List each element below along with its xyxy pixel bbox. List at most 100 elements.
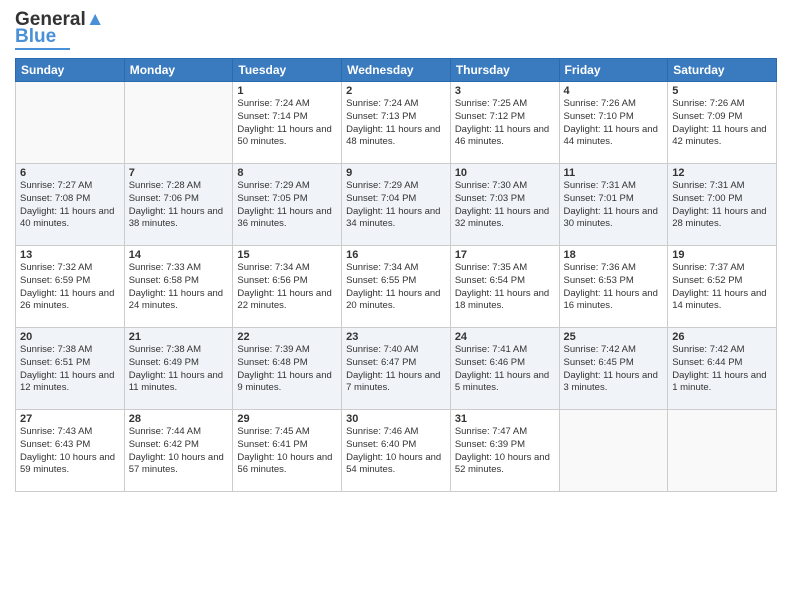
day-number: 4 (564, 85, 664, 97)
day-cell: 2Sunrise: 7:24 AMSunset: 7:13 PMDaylight… (342, 82, 451, 164)
day-cell: 25Sunrise: 7:42 AMSunset: 6:45 PMDayligh… (559, 328, 668, 410)
day-info: Sunrise: 7:34 AMSunset: 6:56 PMDaylight:… (237, 262, 337, 313)
day-number: 27 (20, 413, 120, 425)
day-number: 2 (346, 85, 446, 97)
day-info: Sunrise: 7:40 AMSunset: 6:47 PMDaylight:… (346, 344, 446, 395)
day-cell: 7Sunrise: 7:28 AMSunset: 7:06 PMDaylight… (124, 164, 233, 246)
day-number: 20 (20, 331, 120, 343)
day-cell: 30Sunrise: 7:46 AMSunset: 6:40 PMDayligh… (342, 410, 451, 492)
day-info: Sunrise: 7:38 AMSunset: 6:49 PMDaylight:… (129, 344, 229, 395)
col-header-monday: Monday (124, 59, 233, 82)
day-cell: 15Sunrise: 7:34 AMSunset: 6:56 PMDayligh… (233, 246, 342, 328)
day-info: Sunrise: 7:42 AMSunset: 6:45 PMDaylight:… (564, 344, 664, 395)
day-cell: 9Sunrise: 7:29 AMSunset: 7:04 PMDaylight… (342, 164, 451, 246)
day-number: 21 (129, 331, 229, 343)
day-cell: 21Sunrise: 7:38 AMSunset: 6:49 PMDayligh… (124, 328, 233, 410)
day-number: 11 (564, 167, 664, 179)
day-number: 16 (346, 249, 446, 261)
day-info: Sunrise: 7:24 AMSunset: 7:14 PMDaylight:… (237, 98, 337, 149)
day-cell: 4Sunrise: 7:26 AMSunset: 7:10 PMDaylight… (559, 82, 668, 164)
week-row-3: 13Sunrise: 7:32 AMSunset: 6:59 PMDayligh… (16, 246, 777, 328)
day-info: Sunrise: 7:37 AMSunset: 6:52 PMDaylight:… (672, 262, 772, 313)
day-info: Sunrise: 7:26 AMSunset: 7:09 PMDaylight:… (672, 98, 772, 149)
day-number: 14 (129, 249, 229, 261)
day-info: Sunrise: 7:34 AMSunset: 6:55 PMDaylight:… (346, 262, 446, 313)
logo: General▲ Blue (15, 10, 105, 50)
day-number: 25 (564, 331, 664, 343)
day-info: Sunrise: 7:25 AMSunset: 7:12 PMDaylight:… (455, 98, 555, 149)
day-info: Sunrise: 7:38 AMSunset: 6:51 PMDaylight:… (20, 344, 120, 395)
day-cell: 14Sunrise: 7:33 AMSunset: 6:58 PMDayligh… (124, 246, 233, 328)
day-info: Sunrise: 7:43 AMSunset: 6:43 PMDaylight:… (20, 426, 120, 477)
day-info: Sunrise: 7:24 AMSunset: 7:13 PMDaylight:… (346, 98, 446, 149)
day-number: 15 (237, 249, 337, 261)
col-header-tuesday: Tuesday (233, 59, 342, 82)
day-info: Sunrise: 7:27 AMSunset: 7:08 PMDaylight:… (20, 180, 120, 231)
day-number: 31 (455, 413, 555, 425)
day-info: Sunrise: 7:35 AMSunset: 6:54 PMDaylight:… (455, 262, 555, 313)
day-info: Sunrise: 7:30 AMSunset: 7:03 PMDaylight:… (455, 180, 555, 231)
week-row-5: 27Sunrise: 7:43 AMSunset: 6:43 PMDayligh… (16, 410, 777, 492)
day-number: 12 (672, 167, 772, 179)
logo-blue: Blue (15, 27, 56, 46)
day-number: 3 (455, 85, 555, 97)
day-cell: 1Sunrise: 7:24 AMSunset: 7:14 PMDaylight… (233, 82, 342, 164)
day-number: 30 (346, 413, 446, 425)
day-cell: 28Sunrise: 7:44 AMSunset: 6:42 PMDayligh… (124, 410, 233, 492)
day-info: Sunrise: 7:41 AMSunset: 6:46 PMDaylight:… (455, 344, 555, 395)
day-cell: 12Sunrise: 7:31 AMSunset: 7:00 PMDayligh… (668, 164, 777, 246)
day-info: Sunrise: 7:31 AMSunset: 7:01 PMDaylight:… (564, 180, 664, 231)
day-cell (559, 410, 668, 492)
day-info: Sunrise: 7:28 AMSunset: 7:06 PMDaylight:… (129, 180, 229, 231)
day-number: 17 (455, 249, 555, 261)
day-cell (668, 410, 777, 492)
day-cell: 16Sunrise: 7:34 AMSunset: 6:55 PMDayligh… (342, 246, 451, 328)
day-number: 29 (237, 413, 337, 425)
day-cell: 18Sunrise: 7:36 AMSunset: 6:53 PMDayligh… (559, 246, 668, 328)
day-cell: 22Sunrise: 7:39 AMSunset: 6:48 PMDayligh… (233, 328, 342, 410)
col-header-wednesday: Wednesday (342, 59, 451, 82)
day-cell: 6Sunrise: 7:27 AMSunset: 7:08 PMDaylight… (16, 164, 125, 246)
day-info: Sunrise: 7:47 AMSunset: 6:39 PMDaylight:… (455, 426, 555, 477)
day-number: 7 (129, 167, 229, 179)
day-cell: 31Sunrise: 7:47 AMSunset: 6:39 PMDayligh… (450, 410, 559, 492)
header-row: SundayMondayTuesdayWednesdayThursdayFrid… (16, 59, 777, 82)
day-cell (124, 82, 233, 164)
week-row-4: 20Sunrise: 7:38 AMSunset: 6:51 PMDayligh… (16, 328, 777, 410)
day-cell: 3Sunrise: 7:25 AMSunset: 7:12 PMDaylight… (450, 82, 559, 164)
day-cell: 24Sunrise: 7:41 AMSunset: 6:46 PMDayligh… (450, 328, 559, 410)
day-number: 8 (237, 167, 337, 179)
day-cell: 5Sunrise: 7:26 AMSunset: 7:09 PMDaylight… (668, 82, 777, 164)
day-cell: 29Sunrise: 7:45 AMSunset: 6:41 PMDayligh… (233, 410, 342, 492)
col-header-thursday: Thursday (450, 59, 559, 82)
col-header-sunday: Sunday (16, 59, 125, 82)
day-info: Sunrise: 7:33 AMSunset: 6:58 PMDaylight:… (129, 262, 229, 313)
day-number: 9 (346, 167, 446, 179)
day-cell: 20Sunrise: 7:38 AMSunset: 6:51 PMDayligh… (16, 328, 125, 410)
day-info: Sunrise: 7:31 AMSunset: 7:00 PMDaylight:… (672, 180, 772, 231)
day-cell: 23Sunrise: 7:40 AMSunset: 6:47 PMDayligh… (342, 328, 451, 410)
day-info: Sunrise: 7:29 AMSunset: 7:04 PMDaylight:… (346, 180, 446, 231)
day-info: Sunrise: 7:44 AMSunset: 6:42 PMDaylight:… (129, 426, 229, 477)
day-cell: 13Sunrise: 7:32 AMSunset: 6:59 PMDayligh… (16, 246, 125, 328)
week-row-1: 1Sunrise: 7:24 AMSunset: 7:14 PMDaylight… (16, 82, 777, 164)
logo-underline (15, 48, 70, 50)
header: General▲ Blue (15, 10, 777, 50)
day-number: 24 (455, 331, 555, 343)
col-header-saturday: Saturday (668, 59, 777, 82)
day-number: 23 (346, 331, 446, 343)
day-number: 1 (237, 85, 337, 97)
day-info: Sunrise: 7:36 AMSunset: 6:53 PMDaylight:… (564, 262, 664, 313)
day-number: 6 (20, 167, 120, 179)
day-info: Sunrise: 7:46 AMSunset: 6:40 PMDaylight:… (346, 426, 446, 477)
day-cell: 26Sunrise: 7:42 AMSunset: 6:44 PMDayligh… (668, 328, 777, 410)
day-number: 10 (455, 167, 555, 179)
day-number: 13 (20, 249, 120, 261)
day-number: 26 (672, 331, 772, 343)
day-info: Sunrise: 7:26 AMSunset: 7:10 PMDaylight:… (564, 98, 664, 149)
day-info: Sunrise: 7:39 AMSunset: 6:48 PMDaylight:… (237, 344, 337, 395)
day-info: Sunrise: 7:32 AMSunset: 6:59 PMDaylight:… (20, 262, 120, 313)
day-number: 28 (129, 413, 229, 425)
day-info: Sunrise: 7:29 AMSunset: 7:05 PMDaylight:… (237, 180, 337, 231)
calendar-table: SundayMondayTuesdayWednesdayThursdayFrid… (15, 58, 777, 492)
